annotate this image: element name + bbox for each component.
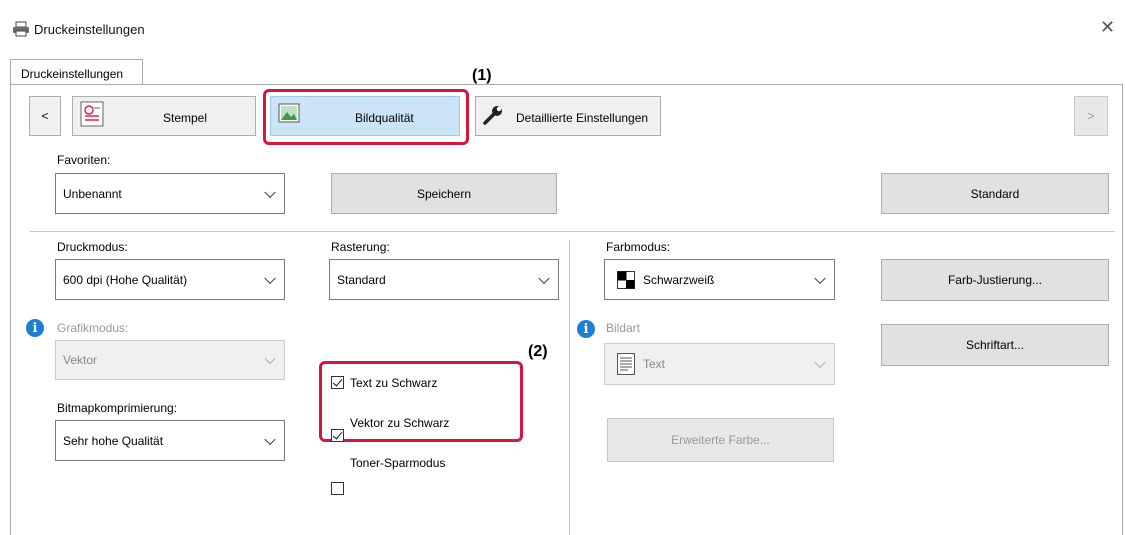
callout-2: (2) — [528, 343, 548, 360]
vektor-zu-schwarz-checkbox[interactable] — [331, 429, 344, 442]
chevron-down-icon — [538, 272, 550, 284]
prev-button[interactable]: < — [29, 96, 61, 136]
text-zu-schwarz-label: Text zu Schwarz — [350, 376, 438, 390]
druckmodus-value: 600 dpi (Hohe Qualität) — [63, 272, 188, 287]
bildart-value: Text — [643, 357, 666, 371]
grafikmodus-value: Vektor — [63, 353, 98, 367]
tab-druckeinstellungen[interactable]: Druckeinstellungen — [10, 59, 143, 85]
chevron-down-icon — [264, 272, 276, 284]
printer-icon — [13, 21, 29, 37]
wrench-icon — [483, 106, 502, 125]
farbmodus-value: Schwarzweiß — [643, 272, 715, 287]
farb-justierung-button[interactable]: Farb-Justierung... — [881, 259, 1109, 301]
bildart-label: Bildart — [606, 321, 641, 335]
bitmap-label: Bitmapkomprimierung: — [57, 401, 178, 415]
save-button[interactable]: Speichern — [331, 173, 557, 214]
farbmodus-select[interactable]: Schwarzweiß — [604, 259, 835, 300]
druckmodus-select[interactable]: 600 dpi (Hohe Qualität) — [55, 259, 285, 300]
favoriten-label: Favoriten: — [57, 153, 111, 167]
stempel-label: Stempel — [163, 111, 208, 125]
druckmodus-label: Druckmodus: — [57, 240, 128, 254]
grafikmodus-select[interactable]: Vektor — [55, 340, 285, 380]
toner-sparmodus-checkbox[interactable] — [331, 482, 344, 495]
bildart-select[interactable]: Text — [604, 343, 835, 385]
stamp-icon — [80, 101, 104, 127]
bitmap-select[interactable]: Sehr hohe Qualität — [55, 420, 285, 461]
black-white-icon — [617, 270, 635, 289]
close-icon[interactable]: ✕ — [1100, 17, 1115, 38]
info-icon[interactable]: i — [26, 319, 44, 337]
chevron-down-icon — [264, 433, 276, 445]
divider-vertical — [569, 240, 570, 535]
document-text-icon — [617, 353, 635, 375]
schriftart-button[interactable]: Schriftart... — [881, 324, 1109, 366]
callout-1: (1) — [472, 67, 492, 84]
highlight-box-1 — [263, 89, 469, 145]
chevron-down-icon — [814, 272, 826, 284]
rasterung-select[interactable]: Standard — [329, 259, 559, 300]
favoriten-select[interactable]: Unbenannt — [55, 173, 285, 214]
text-zu-schwarz-checkbox[interactable] — [331, 376, 344, 389]
chevron-down-icon — [814, 356, 826, 369]
vektor-zu-schwarz-label: Vektor zu Schwarz — [350, 416, 450, 430]
grafikmodus-label: Grafikmodus: — [57, 321, 129, 335]
chevron-down-icon — [264, 186, 276, 198]
toner-sparmodus-label: Toner-Sparmodus — [350, 456, 446, 470]
rasterung-label: Rasterung: — [331, 240, 390, 254]
settings-panel — [10, 84, 1123, 535]
standard-button[interactable]: Standard — [881, 173, 1109, 214]
divider — [30, 231, 1115, 232]
farbmodus-label: Farbmodus: — [606, 240, 671, 254]
window-title: Druckeinstellungen — [34, 22, 145, 37]
info-icon[interactable]: i — [577, 320, 595, 338]
chevron-down-icon — [264, 352, 276, 365]
rasterung-value: Standard — [337, 272, 386, 287]
bitmap-value: Sehr hohe Qualität — [63, 433, 164, 448]
title-bar — [0, 0, 1125, 45]
detail-settings-label: Detaillierte Einstellungen — [516, 111, 649, 125]
favoriten-value: Unbenannt — [63, 186, 122, 201]
erweiterte-farbe-button[interactable]: Erweiterte Farbe... — [607, 418, 834, 462]
next-button[interactable]: > — [1074, 96, 1108, 136]
